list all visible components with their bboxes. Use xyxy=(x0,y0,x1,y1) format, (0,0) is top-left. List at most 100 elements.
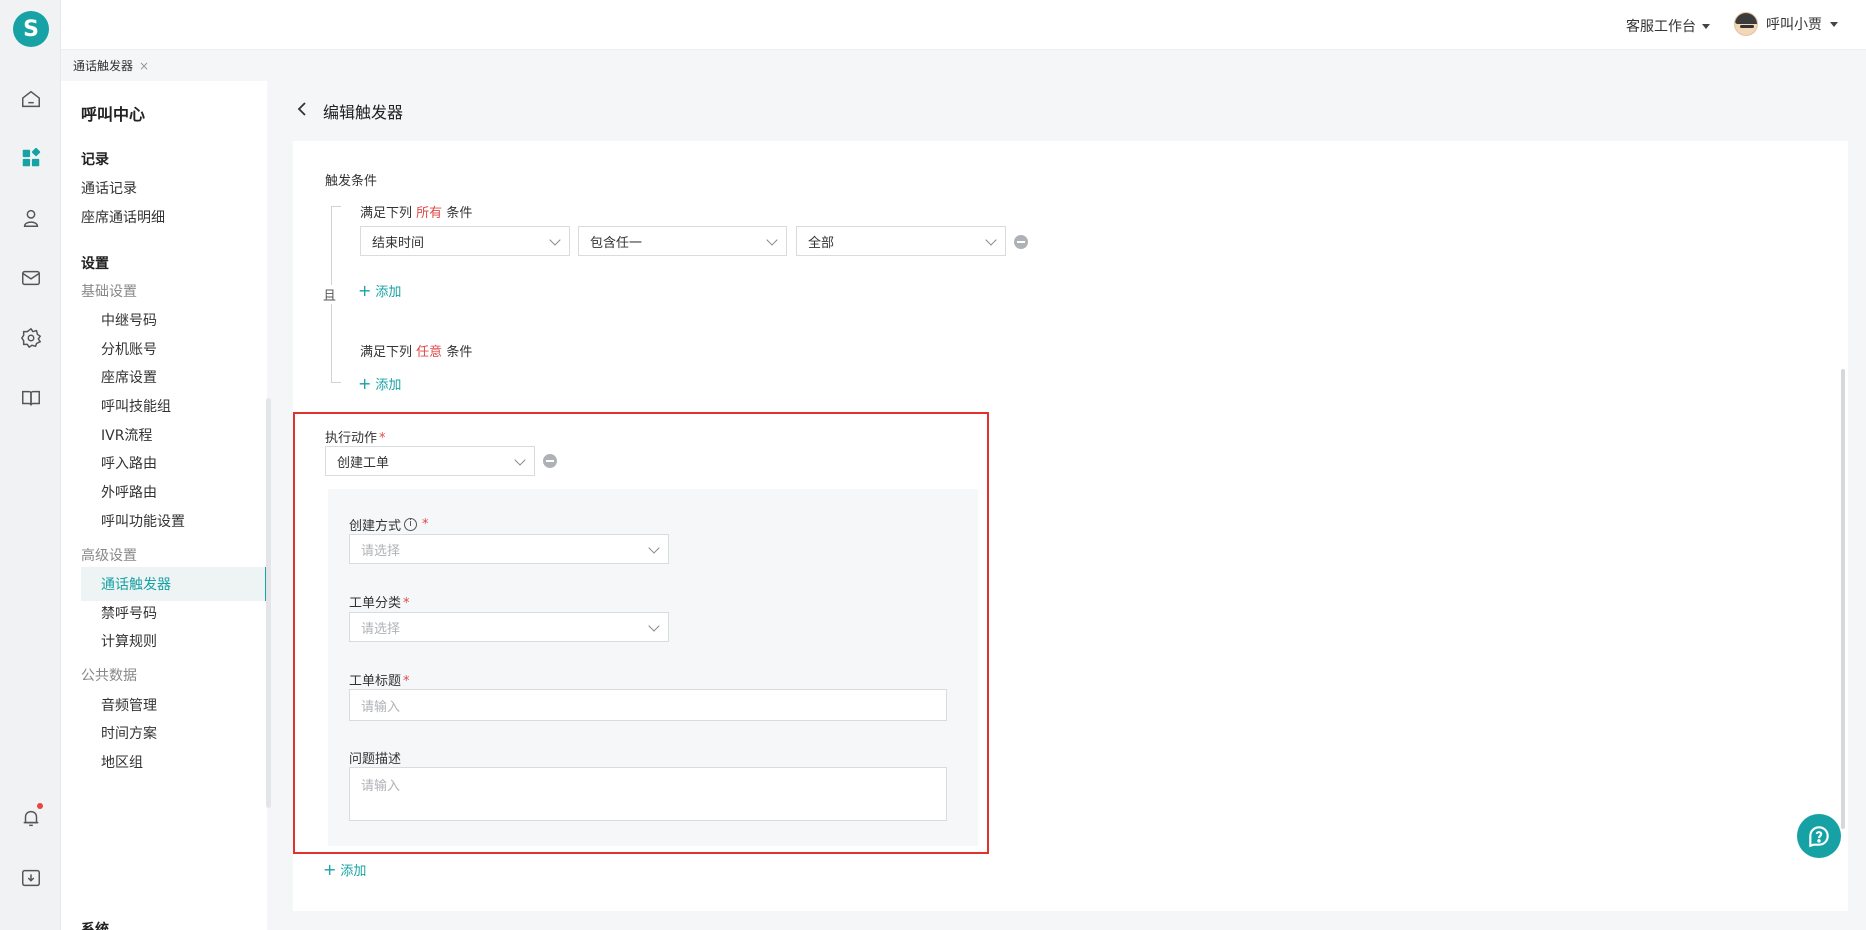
condition-value-select[interactable]: 全部 xyxy=(796,226,1006,256)
sidebar-item-call-features[interactable]: 呼叫功能设置 xyxy=(101,511,185,531)
chevron-down-icon xyxy=(648,620,660,632)
add-action-button[interactable]: + 添加 xyxy=(323,860,366,879)
chevron-down-icon xyxy=(1702,23,1710,29)
notification-dot xyxy=(37,803,43,809)
remove-condition-icon[interactable] xyxy=(1014,235,1028,249)
add-label: 添加 xyxy=(340,864,367,879)
workspace-switcher[interactable]: 客服工作台 xyxy=(1626,16,1710,36)
apps-icon[interactable] xyxy=(19,146,43,170)
and-connector: 且 xyxy=(323,285,337,304)
contacts-icon[interactable] xyxy=(19,206,43,230)
remove-action-icon[interactable] xyxy=(543,454,557,468)
user-menu[interactable]: 呼叫小贾 xyxy=(1734,12,1838,36)
all-prefix: 满足下列 xyxy=(360,206,413,221)
sidebar-item-seat-call-detail[interactable]: 座席通话明细 xyxy=(81,207,165,227)
group-basic-settings: 基础设置 xyxy=(81,284,137,300)
tab-strip: 通话触发器 × xyxy=(61,51,1866,81)
condition-operator-select[interactable]: 包含任一 xyxy=(578,226,787,256)
chevron-down-icon xyxy=(549,234,561,246)
sidebar-item-outbound-routing[interactable]: 外呼路由 xyxy=(101,482,157,502)
condition-value-value: 全部 xyxy=(808,235,835,251)
sidebar-item-call-trigger[interactable]: 通话触发器 xyxy=(81,567,267,601)
trigger-section-label: 触发条件 xyxy=(325,174,378,189)
sidebar-item-time-plans[interactable]: 时间方案 xyxy=(101,723,157,743)
plus-icon: + xyxy=(358,280,372,300)
icon-rail: S xyxy=(0,0,61,930)
ticket-title-label: 工单标题 * xyxy=(349,670,410,689)
sidebar-item-call-records[interactable]: 通话记录 xyxy=(81,178,137,198)
group-public-data: 公共数据 xyxy=(81,668,137,684)
required-mark: * xyxy=(379,431,386,446)
sidebar-item-ivr-flow[interactable]: IVR流程 xyxy=(101,425,152,445)
tab-call-trigger[interactable]: 通话触发器 × xyxy=(73,57,149,74)
category-select[interactable]: 请选择 xyxy=(349,612,669,642)
create-mode-select[interactable]: 请选择 xyxy=(349,534,669,564)
any-suffix: 条件 xyxy=(446,345,473,360)
page-header: 编辑触发器 xyxy=(295,99,403,123)
avatar xyxy=(1734,12,1758,36)
condition-field-select[interactable]: 结束时间 xyxy=(360,226,570,256)
app-logo[interactable]: S xyxy=(13,11,49,47)
all-keyword: 所有 xyxy=(416,206,443,221)
add-any-condition-button[interactable]: + 添加 xyxy=(358,374,401,393)
back-icon[interactable] xyxy=(295,101,309,121)
action-label: 执行动作 * xyxy=(325,427,386,446)
ticket-title-input[interactable]: 请输入 xyxy=(349,689,947,721)
close-icon[interactable]: × xyxy=(139,59,149,73)
description-textarea[interactable]: 请输入 xyxy=(349,767,947,821)
workspace-label: 客服工作台 xyxy=(1626,19,1696,35)
chevron-down-icon xyxy=(766,234,778,246)
chevron-down-icon xyxy=(648,542,660,554)
user-name: 呼叫小贾 xyxy=(1766,17,1822,33)
section-settings: 设置 xyxy=(81,256,109,272)
condition-operator-value: 包含任一 xyxy=(590,235,643,251)
bell-icon[interactable] xyxy=(19,806,43,830)
chevron-down-icon xyxy=(514,454,526,466)
sidebar-item-audio[interactable]: 音频管理 xyxy=(101,695,157,715)
info-icon[interactable]: i xyxy=(404,518,418,531)
chevron-down-icon xyxy=(1830,21,1838,27)
action-type-select[interactable]: 创建工单 xyxy=(325,446,535,476)
add-label: 添加 xyxy=(375,378,402,393)
add-all-condition-button[interactable]: + 添加 xyxy=(358,281,401,300)
sidebar-item-seat-settings[interactable]: 座席设置 xyxy=(101,367,157,387)
group-advanced-settings: 高级设置 xyxy=(81,548,137,564)
sidebar-item-inbound-routing[interactable]: 呼入路由 xyxy=(101,453,157,473)
category-placeholder: 请选择 xyxy=(361,621,401,637)
category-label: 工单分类 * xyxy=(349,592,410,611)
secondary-sidebar: 呼叫中心 记录 通话记录 座席通话明细 设置 基础设置 中继号码 分机账号 座席… xyxy=(61,81,267,930)
ticket-title-label-text: 工单标题 xyxy=(349,674,402,689)
description-label: 问题描述 xyxy=(349,752,402,767)
home-icon[interactable] xyxy=(19,87,43,111)
action-label-text: 执行动作 xyxy=(325,431,378,446)
chevron-down-icon xyxy=(985,234,997,246)
sidebar-title: 呼叫中心 xyxy=(81,105,146,124)
any-conditions-label: 满足下列 任意 条件 xyxy=(360,341,472,360)
book-icon[interactable] xyxy=(19,386,43,410)
sidebar-item-extension-accounts[interactable]: 分机账号 xyxy=(101,339,157,359)
sidebar-item-region-groups[interactable]: 地区组 xyxy=(101,752,143,772)
help-bubble-icon[interactable] xyxy=(1797,814,1841,858)
page-title: 编辑触发器 xyxy=(323,103,404,122)
plus-icon: + xyxy=(323,859,337,879)
required-mark: * xyxy=(422,517,429,532)
section-system: 系统 xyxy=(81,922,109,930)
ticket-title-placeholder: 请输入 xyxy=(361,699,401,715)
sidebar-item-trunk-numbers[interactable]: 中继号码 xyxy=(101,310,157,330)
bracket-tick-top xyxy=(331,206,341,207)
any-prefix: 满足下列 xyxy=(360,345,413,360)
bracket-tick-bottom xyxy=(331,382,341,383)
mail-icon[interactable] xyxy=(19,266,43,290)
action-type-value: 创建工单 xyxy=(337,455,390,471)
all-conditions-label: 满足下列 所有 条件 xyxy=(360,202,472,221)
sidebar-item-skill-groups[interactable]: 呼叫技能组 xyxy=(101,396,171,416)
main-scrollbar[interactable] xyxy=(1841,369,1845,829)
create-mode-label-text: 创建方式 xyxy=(349,519,402,534)
add-label: 添加 xyxy=(375,285,402,300)
condition-field-value: 结束时间 xyxy=(372,235,425,251)
sidebar-item-calc-rules[interactable]: 计算规则 xyxy=(101,631,157,651)
download-icon[interactable] xyxy=(19,866,43,890)
sidebar-item-blocked-numbers[interactable]: 禁呼号码 xyxy=(101,603,157,623)
gear-icon[interactable] xyxy=(19,326,43,350)
required-mark: * xyxy=(403,674,410,689)
